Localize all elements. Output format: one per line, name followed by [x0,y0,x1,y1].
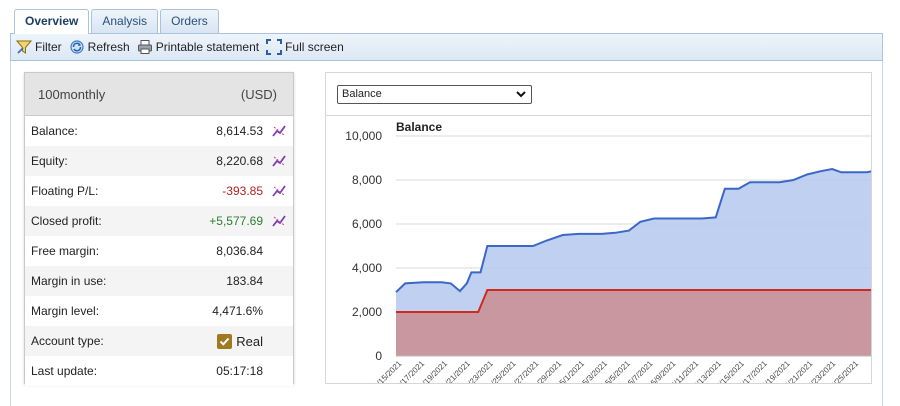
chart-title: Balance [396,120,442,134]
account-row-value: 183.84 [226,274,263,288]
account-row-label: Account type: [31,334,104,348]
filter-icon [15,38,33,56]
refresh-label: Refresh [87,40,130,54]
account-row-label: Margin level: [31,304,100,318]
account-row-label: Free margin: [31,244,100,258]
printable-statement-button[interactable]: Printable statement [136,38,259,56]
y-tick-label: 10,000 [345,129,382,143]
y-tick-label: 0 [375,349,382,363]
mini-chart-icon[interactable] [271,183,287,199]
account-row-value: +5,577.69 [209,214,263,228]
chart-toolbar: Balance [326,73,871,116]
account-row-value: 8,614.53 [216,124,263,138]
account-header: 100monthly (USD) [25,73,293,116]
account-row: Margin in use: 183.84 [25,266,293,296]
account-row: Account type: Real [25,326,293,356]
chart-panel: Balance 0 2,000 4,000 6,000 8,000 10,000 4/15/… [325,72,872,384]
account-summary-panel: 100monthly (USD) Balance: 8,614.53 Equity:… [24,72,294,386]
chevron-down-icon [515,87,527,107]
account-row-label: Floating P/L: [31,184,99,198]
chart-type-value: Balance [342,88,382,100]
account-row: Last update: 05:17:18 [25,356,293,386]
balance-chart: 02,0004,0006,0008,00010,0004/15/20214/17… [345,120,871,383]
filter-label: Filter [35,40,62,54]
account-row: Closed profit: +5,577.69 [25,206,293,236]
y-tick-label: 6,000 [352,217,382,231]
account-row: Equity: 8,220.68 [25,146,293,176]
account-currency: (USD) [240,86,277,102]
printer-icon [136,38,154,56]
account-row-value: 8,036.84 [216,244,263,258]
account-row-label: Last update: [31,364,98,378]
account-row-label: Equity: [31,154,68,168]
account-row-value: 05:17:18 [216,364,263,378]
toolbar: Filter Refresh Printable statement Full … [10,33,883,61]
account-type-label: Real [236,333,263,349]
mini-chart-icon[interactable] [271,213,287,229]
tab-orders[interactable]: Orders [160,9,219,33]
printable-statement-label: Printable statement [155,40,260,54]
tab-analysis[interactable]: Analysis [91,9,159,33]
account-row: Floating P/L: -393.85 [25,176,293,206]
checkbox-checked-icon [217,333,233,349]
account-rows: Balance: 8,614.53 Equity: 8,220.68 Floating … [25,116,293,386]
account-row-value: -393.85 [222,184,263,198]
mini-chart-icon[interactable] [271,123,287,139]
account-row: Margin level: 4,471.6% [25,296,293,326]
account-row-value: 4,471.6% [212,304,263,318]
account-row-label: Closed profit: [31,214,102,228]
full-screen-label: Full screen [285,40,344,54]
y-tick-label: 8,000 [352,173,382,187]
y-tick-label: 2,000 [352,305,382,319]
account-type-value: Real [217,333,263,349]
account-row-value: 8,220.68 [216,154,263,168]
mini-chart-icon[interactable] [271,153,287,169]
refresh-button[interactable]: Refresh [68,38,130,56]
full-screen-button[interactable]: Full screen [265,38,344,56]
y-tick-label: 4,000 [352,261,382,275]
account-name: 100monthly [38,86,106,102]
filter-button[interactable]: Filter [15,38,62,56]
tab-overview[interactable]: Overview [14,9,90,34]
chart-type-select[interactable]: Balance [337,85,532,104]
account-row-label: Margin in use: [31,274,107,288]
refresh-icon [68,38,86,56]
tab-bar: Overview Analysis Orders [14,9,219,34]
account-row: Balance: 8,614.53 [25,116,293,146]
account-row-label: Balance: [31,124,78,138]
account-row: Free margin: 8,036.84 [25,236,293,266]
fullscreen-icon [265,38,283,56]
